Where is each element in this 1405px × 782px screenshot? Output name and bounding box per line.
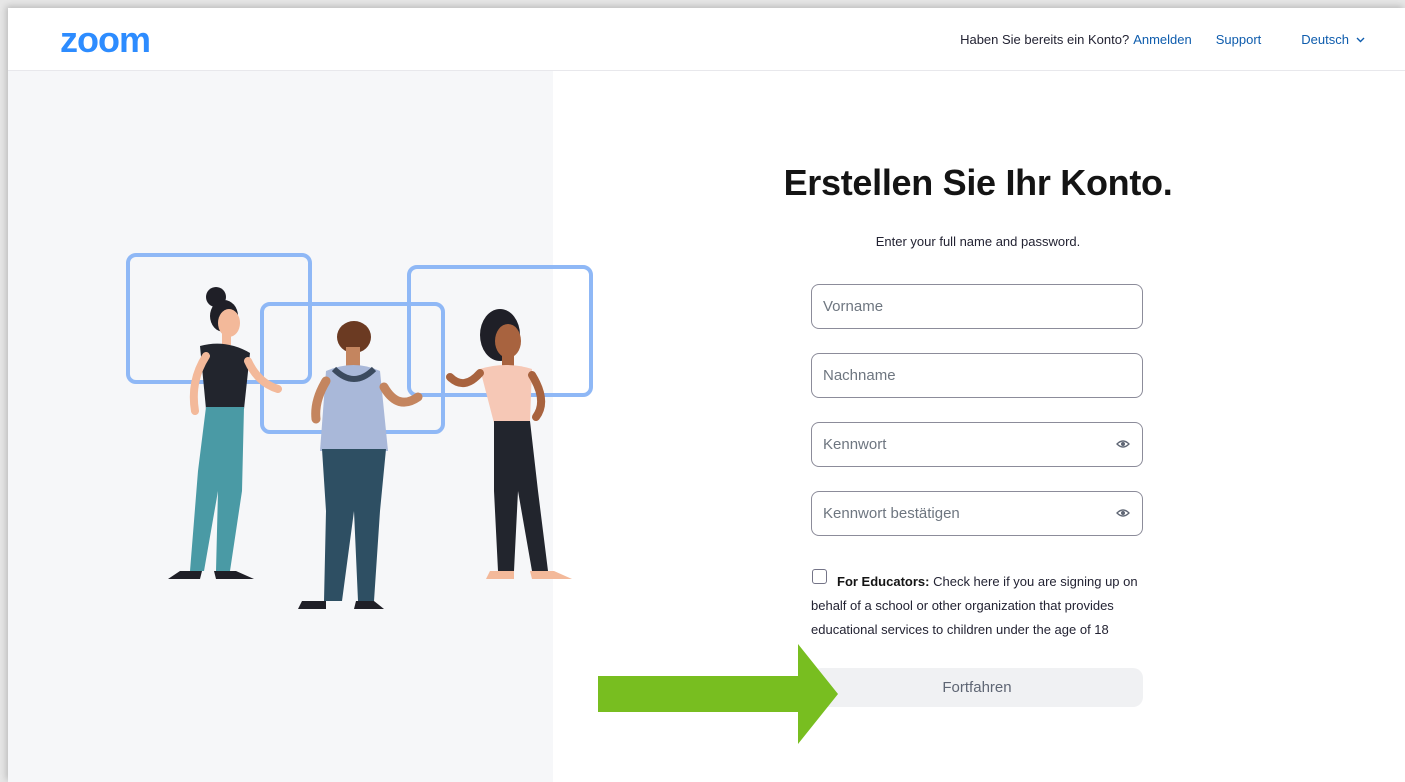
people-illustration [126, 253, 593, 609]
continue-button[interactable]: Fortfahren [811, 668, 1143, 707]
chevron-down-icon [1356, 37, 1365, 42]
page-title: Erstellen Sie Ihr Konto. [783, 162, 1173, 203]
educator-notice: For Educators: Check here if you are sig… [811, 570, 1147, 642]
header-nav: Haben Sie bereits ein Konto? Anmelden Su… [960, 32, 1365, 47]
account-prompt: Haben Sie bereits ein Konto? [960, 32, 1130, 47]
language-selector[interactable]: Deutsch [1301, 32, 1365, 47]
last-name-field[interactable] [811, 353, 1143, 398]
signin-link[interactable]: Anmelden [1133, 32, 1192, 47]
language-label: Deutsch [1301, 32, 1349, 47]
green-arrow-icon [598, 644, 838, 744]
educator-label: For Educators: [837, 574, 930, 589]
password-field[interactable] [811, 422, 1143, 467]
eye-icon[interactable] [1116, 508, 1130, 518]
browser-page: zoom Haben Sie bereits ein Konto? Anmeld… [8, 8, 1405, 782]
illustration-panel [8, 71, 593, 782]
first-name-input[interactable] [823, 285, 1103, 328]
person-middle [298, 321, 423, 609]
last-name-input[interactable] [823, 354, 1103, 397]
eye-icon[interactable] [1116, 439, 1130, 449]
screenshot-frame-left [0, 0, 8, 782]
header: zoom Haben Sie bereits ein Konto? Anmeld… [8, 8, 1405, 71]
zoom-logo[interactable]: zoom [60, 22, 151, 58]
person-right [446, 309, 572, 579]
confirm-password-field[interactable] [811, 491, 1143, 536]
support-link[interactable]: Support [1216, 32, 1262, 47]
screenshot-frame-top [0, 0, 1405, 8]
form-instructions: Enter your full name and password. [875, 234, 1081, 249]
password-input[interactable] [823, 423, 1103, 466]
first-name-field[interactable] [811, 284, 1143, 329]
confirm-password-input[interactable] [823, 492, 1103, 535]
